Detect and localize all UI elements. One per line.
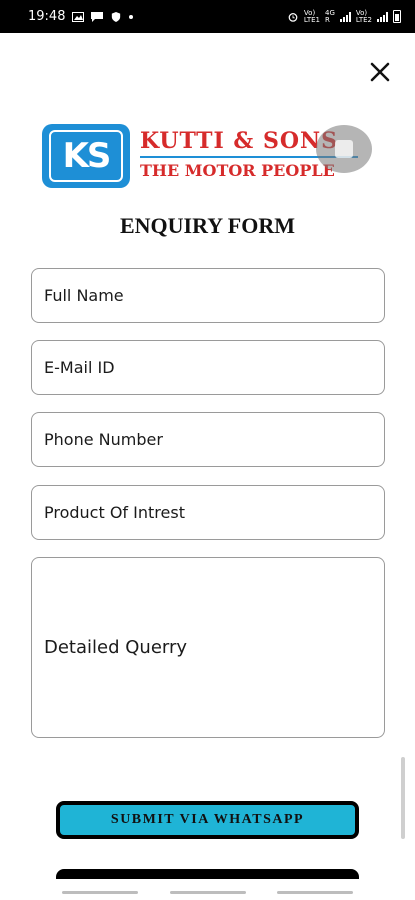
scrollbar[interactable] — [401, 757, 405, 839]
phone-number-field[interactable]: Phone Number — [31, 412, 385, 467]
submit-button-label: SUBMIT VIA WHATSAPP — [110, 812, 305, 827]
network-indicator-1: Vo) LTE1 — [303, 8, 321, 24]
nav-home-button[interactable] — [170, 891, 246, 894]
product-of-interest-placeholder: Product Of Intrest — [44, 503, 185, 522]
logo-title: KUTTI & SONS — [140, 128, 339, 154]
signal-bars-icon — [339, 11, 351, 22]
full-name-field[interactable]: Full Name — [31, 268, 385, 323]
status-left: 19:48 — [28, 9, 134, 24]
alarm-icon — [288, 12, 298, 22]
email-field[interactable]: E-Mail ID — [31, 340, 385, 395]
signal-bars-icon-2 — [377, 11, 388, 22]
status-time: 19:48 — [28, 9, 66, 24]
overlay-app-icon — [335, 140, 353, 158]
close-button[interactable] — [366, 58, 394, 86]
image-icon — [72, 11, 85, 22]
product-of-interest-field[interactable]: Product Of Intrest — [31, 485, 385, 540]
full-name-placeholder: Full Name — [44, 286, 124, 305]
battery-icon — [393, 10, 401, 23]
detailed-query-placeholder: Detailed Querry — [44, 637, 188, 658]
status-bar: 19:48 Vo) LTE1 4G R Vo) LTE2 — [0, 0, 415, 33]
logo-mark: KS — [42, 124, 130, 188]
email-placeholder: E-Mail ID — [44, 358, 115, 377]
nav-back-button[interactable] — [277, 891, 353, 894]
partially-visible-button[interactable] — [56, 869, 359, 879]
floating-overlay-bubble[interactable] — [316, 125, 372, 173]
logo-subtitle: THE MOTOR PEOPLE — [140, 161, 335, 180]
chat-icon — [91, 11, 104, 22]
close-icon — [370, 62, 390, 82]
network-indicator-3: Vo) LTE2 — [355, 8, 372, 24]
shield-icon — [112, 11, 121, 22]
detailed-query-textarea[interactable]: Detailed Querry — [31, 557, 385, 738]
logo-mark-text: KS — [49, 130, 123, 182]
nav-recents-button[interactable] — [62, 891, 138, 894]
network-indicator-2: 4G R — [325, 8, 335, 24]
submit-via-whatsapp-button[interactable]: SUBMIT VIA WHATSAPP — [56, 801, 359, 839]
phone-number-placeholder: Phone Number — [44, 430, 163, 449]
form-title: ENQUIRY FORM — [119, 213, 295, 238]
status-right: Vo) LTE1 4G R Vo) LTE2 — [287, 8, 401, 24]
notification-dot — [129, 14, 134, 19]
system-nav-bar — [0, 879, 415, 900]
